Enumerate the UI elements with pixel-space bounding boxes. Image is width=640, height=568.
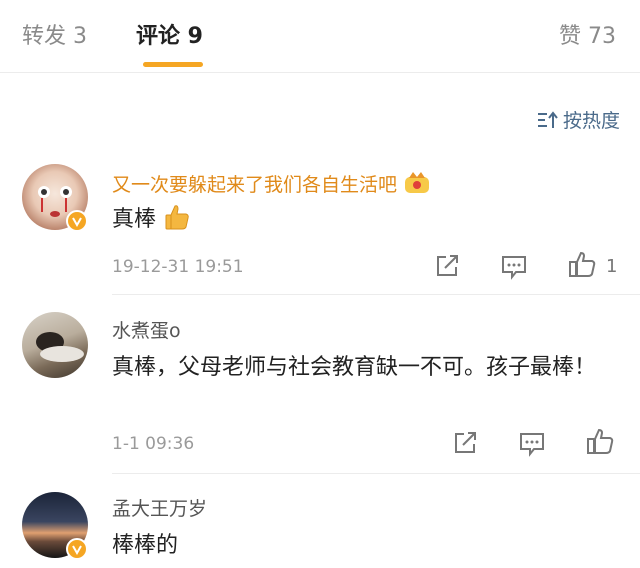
avatar-photo-icon [36,332,84,362]
comment-time: 19-12-31 19:51 [112,257,244,277]
like-icon[interactable] [586,427,614,455]
comment-text: 真棒 [112,202,602,238]
tab-repost[interactable]: 转发 3 [22,18,87,50]
like-icon[interactable] [568,250,596,278]
comment-username[interactable]: 水煮蛋o [112,316,181,343]
thumbs-up-emoji-icon [165,205,189,230]
comment-divider [112,294,640,295]
verified-badge-icon [66,210,88,232]
share-icon[interactable] [451,429,479,457]
comment-text: 棒棒的 [112,533,179,558]
comment-username[interactable]: 孟大王万岁 [112,494,207,521]
reply-icon[interactable] [500,252,528,280]
sort-icon [537,110,558,128]
sort-label: 按热度 [562,110,620,132]
reply-icon[interactable] [518,429,546,457]
like-count: 1 [606,256,618,277]
tab-likes[interactable]: 赞 73 [559,18,616,50]
vip-crown-icon [405,172,430,193]
avatar[interactable] [22,312,88,378]
comment-text: 真棒，父母老师与社会教育缺一不可。孩子最棒！ [112,355,597,380]
active-tab-indicator [143,62,203,67]
share-icon[interactable] [433,252,461,280]
comment-username[interactable]: 又一次要躲起来了我们各自生活吧 [112,170,431,197]
sort-by-hot-button[interactable]: 按热度 [537,106,620,133]
tab-comments[interactable]: 评论 9 [136,18,203,50]
verified-badge-icon [66,538,88,560]
comment-divider [112,473,640,474]
comment-time: 1-1 09:36 [112,434,195,454]
comment-tabs: 转发 3 评论 9 赞 73 [0,0,640,73]
